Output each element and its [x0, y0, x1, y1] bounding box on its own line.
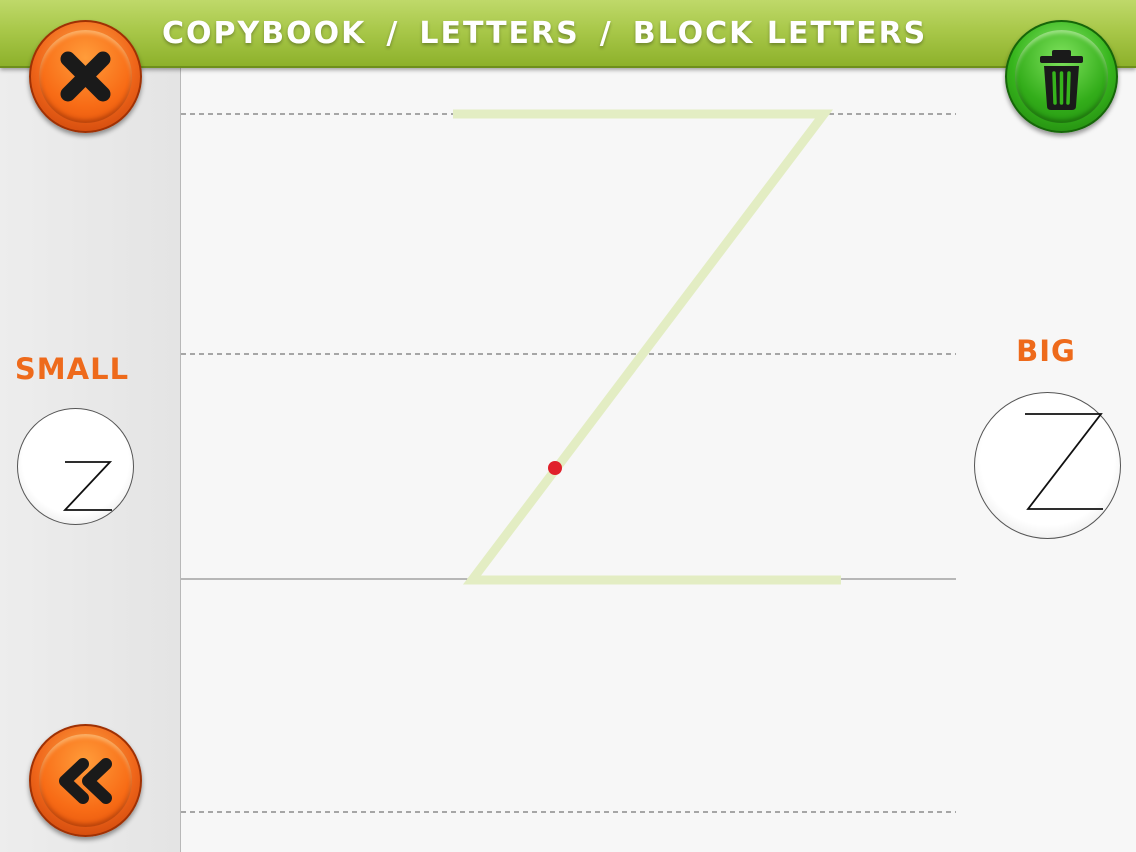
- trash-can-icon: [1040, 50, 1083, 110]
- big-size-option[interactable]: [974, 392, 1121, 539]
- breadcrumb: COPYBOOK / LETTERS / BLOCK LETTERS: [162, 10, 927, 56]
- breadcrumb-letters[interactable]: LETTERS: [419, 16, 579, 51]
- tracing-canvas[interactable]: [0, 0, 1136, 852]
- breadcrumb-copybook[interactable]: COPYBOOK: [162, 16, 366, 51]
- breadcrumb-block-letters: BLOCK LETTERS: [632, 15, 928, 51]
- breadcrumb-separator: /: [386, 15, 400, 51]
- letter-z-guide: [453, 109, 841, 585]
- back-button[interactable]: [29, 724, 142, 837]
- clear-trash-button[interactable]: [1005, 20, 1118, 133]
- close-button[interactable]: [29, 20, 142, 133]
- header-bar: COPYBOOK / LETTERS / BLOCK LETTERS: [0, 0, 1136, 68]
- close-x-icon: [60, 51, 111, 102]
- small-size-option[interactable]: [17, 408, 134, 525]
- small-size-label: SMALL: [14, 352, 130, 386]
- big-z-preview-icon: [1025, 413, 1103, 510]
- pen-start-dot[interactable]: [548, 461, 562, 475]
- big-size-label: BIG: [1016, 334, 1076, 368]
- rewind-arrows-icon: [59, 758, 112, 804]
- small-z-preview-icon: [62, 461, 113, 511]
- breadcrumb-separator: /: [599, 15, 613, 51]
